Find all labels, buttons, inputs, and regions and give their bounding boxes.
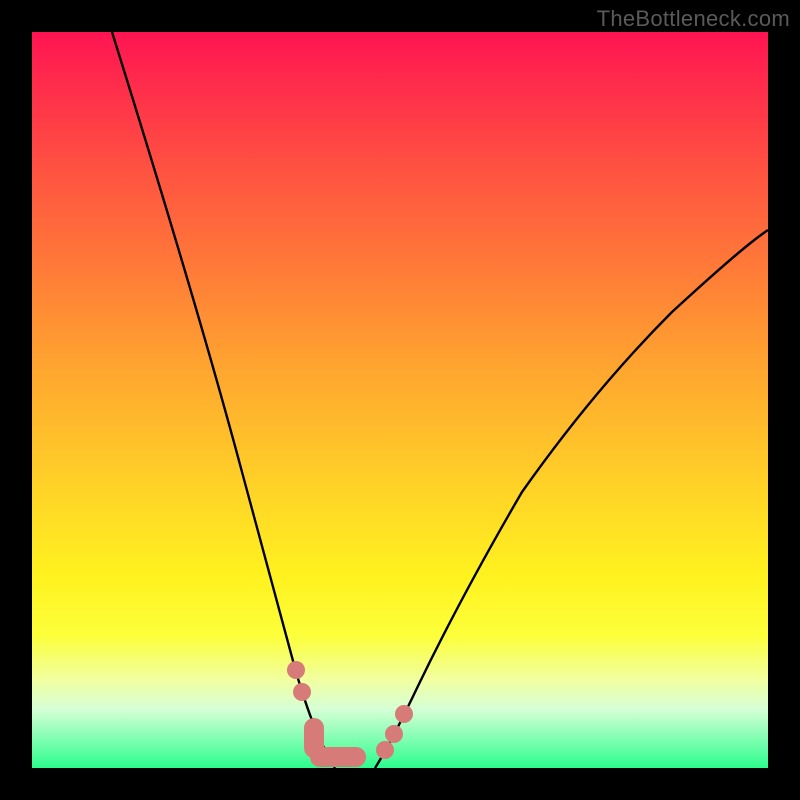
right-curve [375,230,768,768]
left-elbow-marker [304,718,324,758]
right-dot-2 [385,725,403,743]
watermark-text: TheBottleneck.com [597,6,790,32]
chart-svg [32,32,768,768]
left-dot-2 [293,683,311,701]
right-dot-1 [376,741,394,759]
gradient-plot-area [32,32,768,768]
left-curve [112,32,335,768]
right-dot-3 [395,705,413,723]
left-dot-1 [287,661,305,679]
